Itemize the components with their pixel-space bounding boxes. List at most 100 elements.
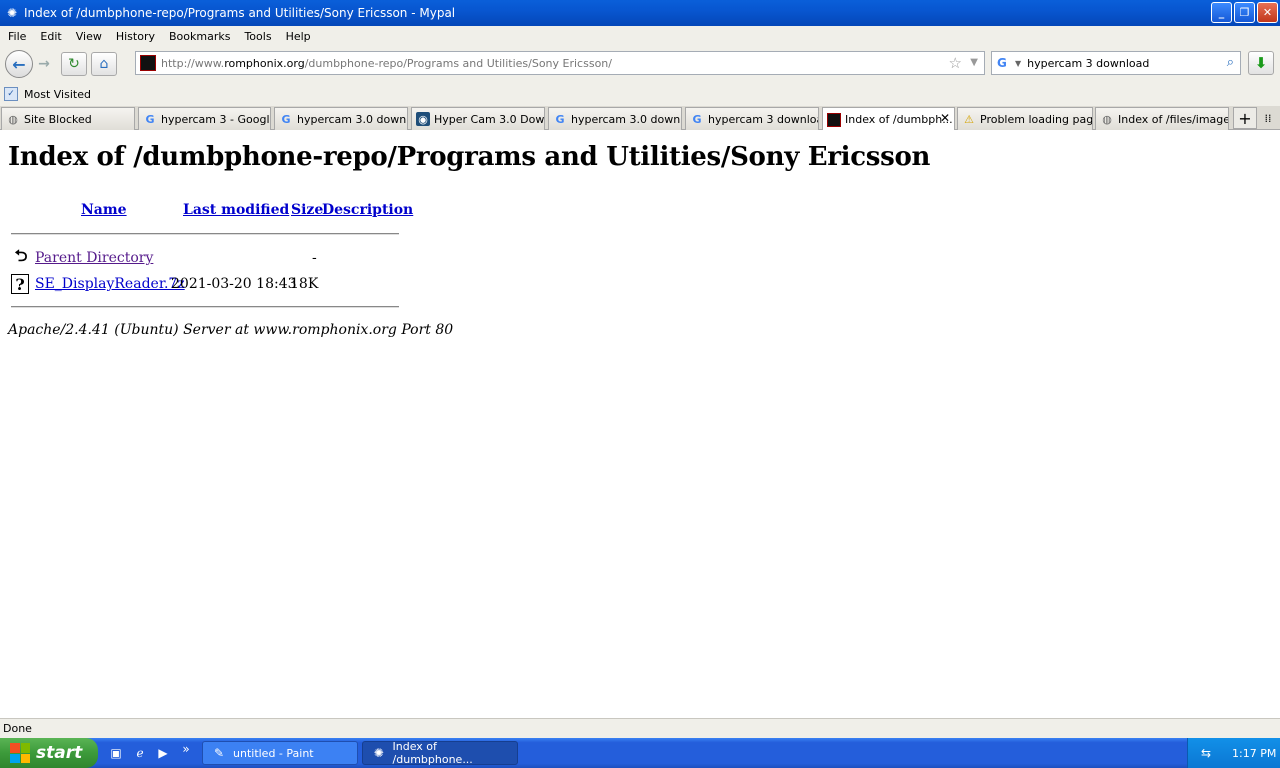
url-path: /dumbphone-repo/Programs and Utilities/S… <box>304 56 612 70</box>
file-size: 18K <box>290 276 319 292</box>
tab-close-icon[interactable]: ✕ <box>940 111 950 125</box>
menu-tools[interactable]: Tools <box>238 30 277 43</box>
paint-icon: ✎ <box>213 746 225 760</box>
system-tray: ⇆ 1:17 PM <box>1187 738 1280 768</box>
server-signature: Apache/2.4.41 (Ubuntu) Server at www.rom… <box>8 322 454 338</box>
url-domain: romphonix.org <box>224 56 305 70</box>
column-name-link[interactable]: Name <box>81 202 127 218</box>
taskbar-item-label: untitled - Paint <box>233 746 314 760</box>
tab-index-dumbphone[interactable]: Index of /dumbph... ✕ <box>822 107 955 131</box>
show-desktop-icon[interactable]: ▣ <box>108 745 124 761</box>
tab-label: hypercam 3.0 downlo... <box>297 112 407 126</box>
site-favicon-icon <box>140 55 156 71</box>
minimize-button[interactable]: _ <box>1211 2 1232 23</box>
google-icon: G <box>281 112 291 126</box>
most-visited-bookmark[interactable]: Most Visited <box>24 88 91 101</box>
tab-label: hypercam 3 - Google ... <box>161 112 270 126</box>
restore-button[interactable]: ❐ <box>1234 2 1255 23</box>
new-tab-button[interactable]: + <box>1233 107 1257 129</box>
footer-divider <box>11 306 399 308</box>
start-button[interactable]: start <box>0 738 98 768</box>
google-icon: G <box>555 112 565 126</box>
back-arrow-icon: ← <box>12 54 26 74</box>
clock[interactable]: 1:17 PM <box>1232 747 1276 760</box>
window-title: Index of /dumbphone-repo/Programs and Ut… <box>24 6 456 20</box>
menu-file[interactable]: File <box>2 30 32 43</box>
url-text[interactable]: http://www.romphonix.org/dumbphone-repo/… <box>161 57 612 70</box>
globe-icon: ◍ <box>8 112 18 126</box>
page-title: Index of /dumbphone-repo/Programs and Ut… <box>8 142 931 172</box>
close-window-button[interactable]: ✕ <box>1257 2 1278 23</box>
status-text: Done <box>3 722 32 735</box>
tab-label: hypercam 3 downloa... <box>708 112 818 126</box>
menu-view[interactable]: View <box>70 30 108 43</box>
plus-icon: + <box>1238 108 1252 128</box>
site-icon: ◉ <box>416 112 430 126</box>
search-bar[interactable]: G ▼ hypercam 3 download ⌕ <box>991 51 1241 75</box>
tab-problem-loading[interactable]: ⚠ Problem loading page <box>957 107 1093 130</box>
taskbar-item-paint[interactable]: ✎ untitled - Paint <box>202 741 358 765</box>
download-arrow-icon: ⬇ <box>1254 54 1268 72</box>
bookmark-star-icon[interactable]: ☆ <box>949 54 962 72</box>
taskbar-item-browser[interactable]: ✺ Index of /dumbphone... <box>362 740 518 766</box>
tab-label: Site Blocked <box>24 112 92 126</box>
tab-hypercam-google[interactable]: G hypercam 3 - Google ... <box>138 107 271 130</box>
mypal-app-icon: ✺ <box>373 746 384 760</box>
grid-icon: ⁞⁞ <box>1264 111 1272 125</box>
parent-size: - <box>312 250 317 266</box>
column-description-link[interactable]: Description <box>322 202 413 218</box>
restore-icon: ❐ <box>1239 6 1250 19</box>
tab-label: Problem loading page <box>980 112 1092 126</box>
engine-dropdown-icon[interactable]: ▼ <box>1015 59 1021 68</box>
menu-help[interactable]: Help <box>280 30 317 43</box>
tab-hypercam-download-2[interactable]: G hypercam 3.0 downlo... <box>548 107 682 130</box>
window-titlebar: ✺ Index of /dumbphone-repo/Programs and … <box>0 0 1280 26</box>
network-icon[interactable]: ⇆ <box>1198 745 1214 761</box>
media-player-icon[interactable]: ▶ <box>155 745 171 761</box>
back-arrow-icon: ⮌ <box>14 245 28 265</box>
windows-taskbar: start ▣ ℯ ▶ » ✎ untitled - Paint ✺ Index… <box>0 738 1280 768</box>
status-bar: Done <box>0 718 1280 738</box>
tab-label: hypercam 3.0 downlo... <box>571 112 681 126</box>
tab-label: Hyper Cam 3.0 Down... <box>434 112 544 126</box>
windows-logo-icon <box>10 743 30 763</box>
tab-hyper-cam-site[interactable]: ◉ Hyper Cam 3.0 Down... <box>411 107 545 130</box>
header-divider <box>11 233 399 235</box>
home-button[interactable]: ⌂ <box>91 52 117 76</box>
internet-explorer-icon[interactable]: ℯ <box>132 745 148 761</box>
list-all-tabs-button[interactable]: ⁞⁞ <box>1260 110 1276 126</box>
tab-site-blocked[interactable]: ◍ Site Blocked <box>1 107 135 130</box>
parent-directory-link[interactable]: Parent Directory <box>35 250 153 266</box>
tab-label: Index of /dumbph... <box>845 113 953 126</box>
reload-button[interactable]: ↻ <box>61 52 87 76</box>
search-input[interactable]: hypercam 3 download <box>1027 57 1149 70</box>
romphonix-icon <box>827 112 841 127</box>
tab-index-files-images[interactable]: ◍ Index of /files/images/ <box>1095 107 1229 130</box>
mypal-app-icon[interactable]: ✺ <box>4 5 20 21</box>
tab-hypercam-download-1[interactable]: G hypercam 3.0 downlo... <box>274 107 408 130</box>
google-engine-icon[interactable]: G <box>997 56 1013 70</box>
column-size-link[interactable]: Size <box>291 202 323 218</box>
bookmarks-toolbar: ✓ Most Visited <box>0 82 1280 106</box>
forward-arrow-icon: → <box>38 56 50 72</box>
menu-history[interactable]: History <box>110 30 161 43</box>
url-bar[interactable]: http://www.romphonix.org/dumbphone-repo/… <box>135 51 985 75</box>
google-icon: G <box>145 112 155 126</box>
forward-button[interactable]: → <box>33 51 55 77</box>
navigation-toolbar: ← → ↻ ⌂ http://www.romphonix.org/dumbpho… <box>0 46 1280 82</box>
url-dropdown-icon[interactable]: ▼ <box>970 57 978 68</box>
tab-hypercam-download-3[interactable]: G hypercam 3 downloa... <box>685 107 819 130</box>
reload-icon: ↻ <box>68 56 80 72</box>
menu-edit[interactable]: Edit <box>34 30 67 43</box>
menu-bookmarks[interactable]: Bookmarks <box>163 30 236 43</box>
downloads-button[interactable]: ⬇ <box>1248 51 1274 75</box>
tab-strip: ◍ Site Blocked G hypercam 3 - Google ...… <box>0 106 1280 131</box>
file-modified: 2021-03-20 18:43 <box>171 276 297 292</box>
column-last-modified-link[interactable]: Last modified <box>183 202 289 218</box>
close-icon: ✕ <box>1262 6 1273 19</box>
quick-launch-chevron-icon[interactable]: » <box>178 741 194 757</box>
file-link-se-displayreader[interactable]: SE_DisplayReader.7z <box>35 276 185 292</box>
search-icon[interactable]: ⌕ <box>1227 55 1234 70</box>
url-prefix: http://www. <box>161 56 225 70</box>
back-button[interactable]: ← <box>5 50 33 78</box>
